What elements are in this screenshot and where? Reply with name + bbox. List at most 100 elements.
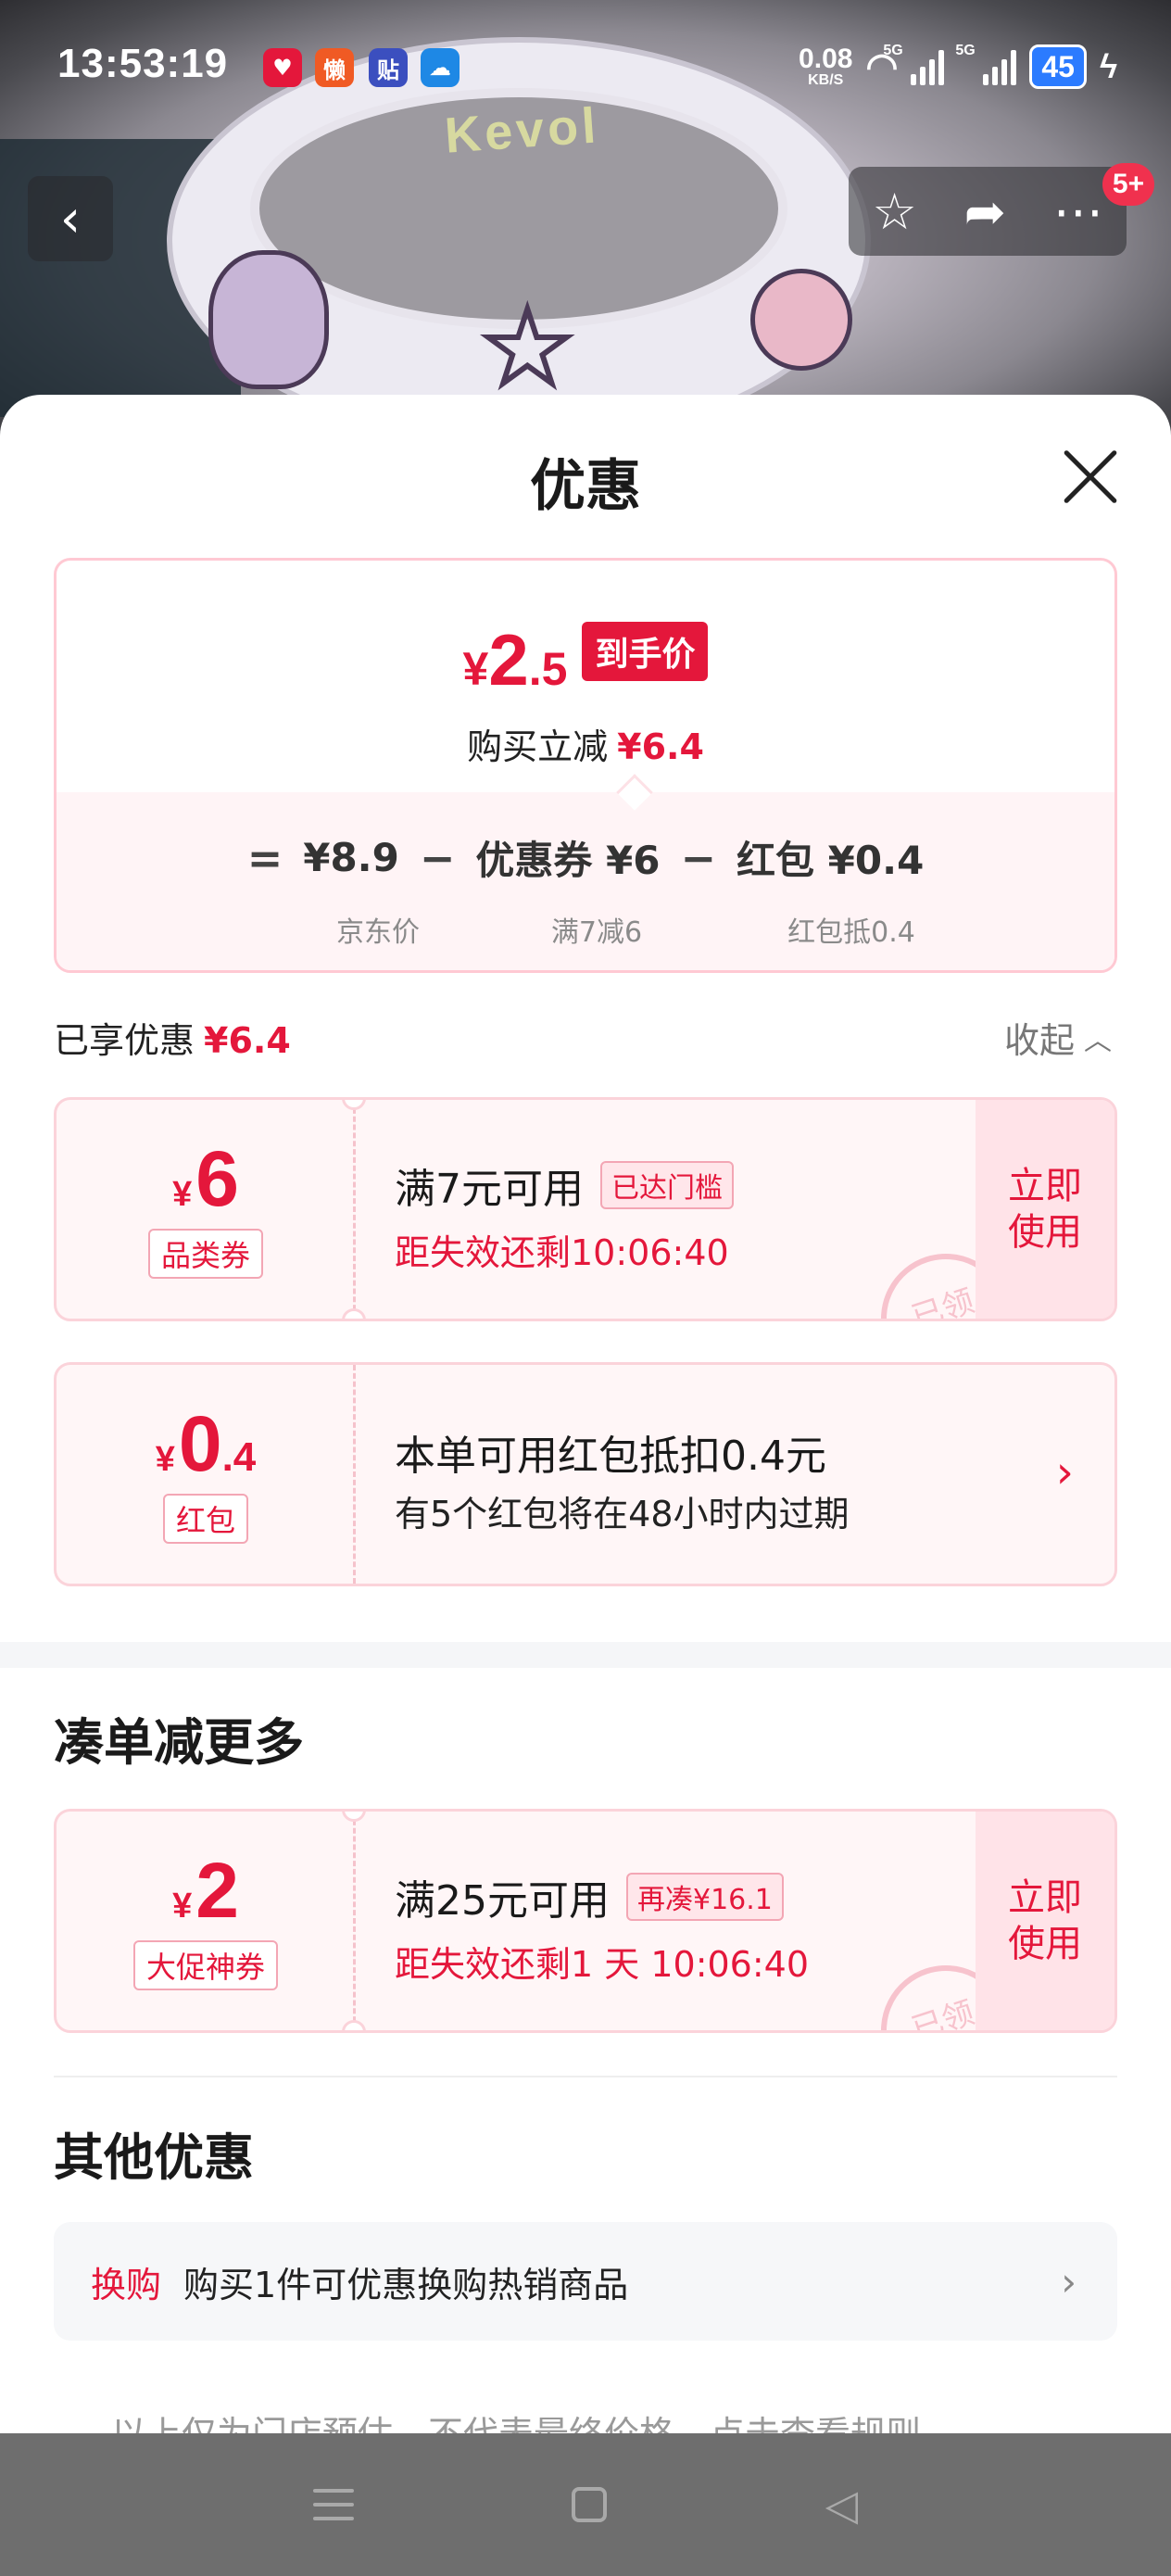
coupon-separator bbox=[353, 1100, 356, 1319]
clock: 13:53:19 bbox=[57, 41, 229, 86]
redpacket-deduction-label: 红包抵0.4 bbox=[787, 916, 915, 949]
redpacket-tag: 红包 bbox=[162, 1494, 248, 1544]
star-doodle-icon: ★ bbox=[479, 288, 576, 407]
add-more-badge: 再凑¥16.1 bbox=[626, 1873, 784, 1921]
message-badge: 5+ bbox=[1102, 163, 1154, 206]
final-price: ¥ 2 .5 到手价 bbox=[57, 618, 1114, 702]
promo-coupon-card: ¥ 2 大促神券 满25元可用 再凑¥16.1 距失效还剩1 天 10:06:4… bbox=[54, 1809, 1117, 2033]
back-button[interactable]: ‹ bbox=[28, 176, 113, 261]
use-now-label: 立即 使用 bbox=[1008, 1165, 1082, 1254]
status-right: 0.08 KB/S ◠ 5G 5G 45 ϟ bbox=[799, 43, 1117, 89]
signal-1-icon: 5G bbox=[883, 43, 945, 85]
coupon-body: 满25元可用 再凑¥16.1 距失效还剩1 天 10:06:40 bbox=[395, 1867, 809, 1987]
coupon-title: 满25元可用 bbox=[395, 1877, 610, 1925]
bear-doodle-icon bbox=[208, 250, 329, 389]
redpacket-dec: .4 bbox=[221, 1434, 257, 1480]
other-section-title: 其他优惠 bbox=[54, 2128, 254, 2187]
use-now-label: 立即 使用 bbox=[1008, 1876, 1082, 1965]
minus-sign: − bbox=[680, 832, 717, 883]
chevron-right-icon: › bbox=[1061, 2258, 1077, 2305]
coupon-amount-area: ¥ 6 品类券 bbox=[57, 1100, 355, 1319]
chevron-up-icon: ︿ bbox=[1084, 1024, 1113, 1057]
trade-in-row[interactable]: 换购 购买1件可优惠换购热销商品 › bbox=[54, 2222, 1117, 2341]
more-section-title: 凑单减更多 bbox=[54, 1713, 304, 1772]
net-speed: 0.08 KB/S bbox=[799, 45, 852, 88]
redpacket-card[interactable]: ¥ 0 .4 红包 本单可用红包抵扣0.4元 有5个红包将在48小时内过期 › bbox=[54, 1362, 1117, 1586]
battery-icon: 45 bbox=[1029, 44, 1087, 89]
chevron-left-icon: ‹ bbox=[59, 188, 82, 249]
status-bar: 13:53:19 ♥ 懒 贴 ☁ 0.08 KB/S ◠ 5G 5G 45 ϟ bbox=[0, 0, 1171, 139]
coupon-separator bbox=[353, 1365, 356, 1584]
icecream-doodle-icon bbox=[750, 269, 852, 371]
coupon-amount: ¥ 6 bbox=[172, 1140, 239, 1218]
signal-1-label: 5G bbox=[883, 43, 903, 58]
signal-2-label: 5G bbox=[955, 43, 976, 58]
coupon-deduction-label: 满7减6 bbox=[550, 916, 643, 949]
close-icon[interactable] bbox=[1062, 448, 1119, 506]
minus-sign: − bbox=[419, 832, 456, 883]
reduce-line: 购买立减 ¥6.4 bbox=[57, 718, 1114, 769]
sheet-title: 优惠 bbox=[530, 454, 641, 519]
coupon-int: 2 bbox=[195, 1847, 239, 1934]
coupon-body: 满7元可用 已达门槛 距失效还剩10:06:40 bbox=[395, 1155, 734, 1275]
charging-icon: ϟ bbox=[1099, 47, 1117, 85]
lazy-app-icon: 懒 bbox=[315, 48, 354, 87]
coupon-deduction: 优惠券 ¥6 bbox=[475, 838, 661, 883]
coupon-yen: ¥ bbox=[172, 1887, 193, 1926]
final-price-int: 2 bbox=[488, 619, 529, 701]
coupon-type-tag: 品类券 bbox=[147, 1229, 263, 1279]
net-speed-unit: KB/S bbox=[808, 72, 844, 88]
share-icon[interactable]: ➦ bbox=[964, 183, 1006, 241]
use-now-button[interactable]: 立即 使用 bbox=[976, 1812, 1114, 2030]
coupon-amount-area: ¥ 2 大促神券 bbox=[57, 1812, 355, 2030]
enjoyed-amount: ¥6.4 bbox=[204, 1020, 291, 1061]
cloud-app-icon: ☁ bbox=[421, 48, 460, 87]
nav-actions: ☆ ➦ ⋯ bbox=[849, 167, 1127, 256]
coupon-countdown: 距失效还剩10:06:40 bbox=[395, 1232, 729, 1273]
coupon-type-tag: 大促神券 bbox=[132, 1940, 278, 1990]
jd-app-icon: ♥ bbox=[263, 48, 302, 87]
use-now-button[interactable]: 立即 使用 bbox=[976, 1100, 1114, 1319]
redpacket-amount-area: ¥ 0 .4 红包 bbox=[57, 1365, 355, 1584]
coupon-punch bbox=[342, 2020, 366, 2030]
enjoyed-label: 已享优惠 bbox=[54, 1020, 195, 1061]
coupon-countdown: 距失效还剩1 天 10:06:40 bbox=[395, 1944, 810, 1985]
tie-app-icon: 贴 bbox=[369, 48, 408, 87]
coupon-amount: ¥ 2 bbox=[172, 1851, 239, 1929]
redpacket-title: 本单可用红包抵扣0.4元 bbox=[395, 1433, 826, 1480]
enjoyed-discount: 已享优惠 ¥6.4 bbox=[54, 1012, 291, 1063]
trade-in-tag: 换购 bbox=[91, 2264, 162, 2305]
coupon-title-row: 满7元可用 已达门槛 bbox=[395, 1155, 734, 1215]
collapse-button[interactable]: 收起 ︿ bbox=[1004, 1012, 1112, 1063]
back-triangle-icon[interactable]: ◁ bbox=[825, 2480, 858, 2530]
price-summary-card: ¥ 2 .5 到手价 购买立减 ¥6.4 = ¥8.9 − 优惠券 ¥6 − 红包… bbox=[54, 558, 1117, 973]
reduce-label: 购买立减 bbox=[467, 726, 609, 767]
home-icon[interactable] bbox=[572, 2487, 608, 2522]
net-speed-value: 0.08 bbox=[799, 44, 853, 74]
chevron-right-icon: › bbox=[1055, 1446, 1074, 1498]
threshold-reached-badge: 已达门槛 bbox=[600, 1161, 734, 1209]
menu-icon[interactable] bbox=[312, 2489, 354, 2520]
divider bbox=[54, 2076, 1117, 2077]
redpacket-deduction: 红包 ¥0.4 bbox=[737, 838, 925, 883]
discount-sheet: 优惠 ¥ 2 .5 到手价 购买立减 ¥6.4 = ¥8.9 − 优惠券 ¥6 −… bbox=[0, 395, 1171, 2455]
more-icon[interactable]: ⋯ bbox=[1053, 183, 1103, 241]
signal-2-icon: 5G bbox=[955, 43, 1017, 85]
redpacket-subtitle: 有5个红包将在48小时内过期 bbox=[395, 1494, 850, 1534]
final-price-tag: 到手价 bbox=[582, 621, 709, 681]
final-price-dec: .5 bbox=[528, 643, 568, 695]
reduce-amount: ¥6.4 bbox=[617, 726, 704, 767]
coupon-int: 6 bbox=[195, 1135, 239, 1222]
coupon-separator bbox=[353, 1812, 356, 2030]
jd-price-label: 京东价 bbox=[336, 916, 420, 949]
system-navigation-bar: ◁ bbox=[0, 2433, 1171, 2576]
coupon-title-row: 满25元可用 再凑¥16.1 bbox=[395, 1867, 809, 1926]
equals-sign: = bbox=[246, 832, 283, 883]
redpacket-yen: ¥ bbox=[155, 1440, 175, 1479]
coupon-punch bbox=[342, 1308, 366, 1319]
favorite-star-icon[interactable]: ☆ bbox=[872, 183, 916, 241]
collapse-label: 收起 bbox=[1004, 1020, 1076, 1061]
redpacket-int: 0 bbox=[178, 1400, 222, 1487]
section-gap bbox=[0, 1642, 1171, 1668]
jd-price: ¥8.9 bbox=[303, 835, 399, 880]
